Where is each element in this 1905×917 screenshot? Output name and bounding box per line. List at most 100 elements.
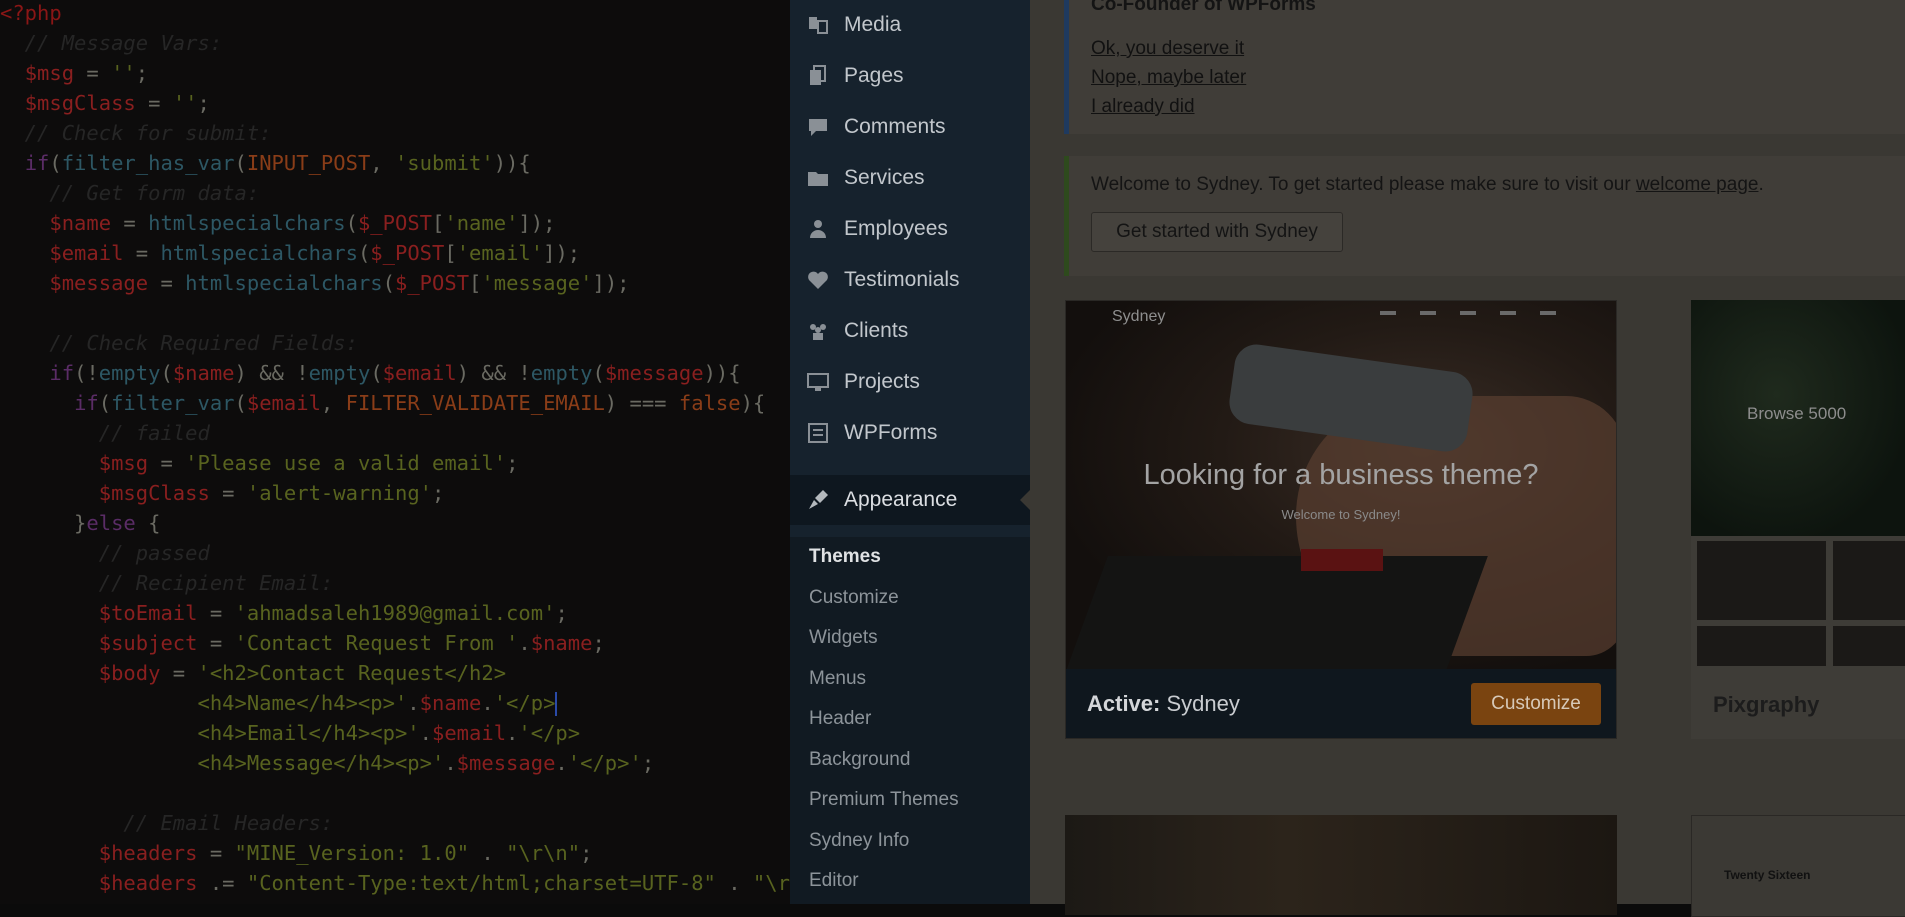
code-line: $msg = ''; bbox=[24, 61, 149, 85]
sidebar-item-media[interactable]: Media bbox=[790, 0, 1030, 51]
code-line: $headers .= "Content-Type:text/html;char… bbox=[98, 871, 790, 895]
submenu-item-background[interactable]: Background bbox=[809, 749, 910, 771]
theme-screenshot: Sydney Looking for a business theme? Wel… bbox=[1066, 301, 1616, 669]
screenshot-laptop bbox=[1066, 556, 1488, 669]
submenu-item-premium-themes[interactable]: Premium Themes bbox=[809, 789, 959, 811]
paintbrush-icon bbox=[809, 490, 828, 509]
screenshot-thumb bbox=[1697, 626, 1826, 666]
code-line: $msg = 'Please use a valid email'; bbox=[98, 451, 519, 475]
sidebar-item-label: Media bbox=[844, 13, 902, 36]
sidebar-item-projects[interactable]: Projects bbox=[790, 357, 1030, 408]
screenshot-thumb bbox=[1833, 626, 1905, 666]
active-theme-label: Active: Sydney bbox=[1087, 691, 1240, 717]
code-line: if(filter_var($email, FILTER_VALIDATE_EM… bbox=[74, 391, 766, 415]
admin-sidebar: Media Pages Comments Services Employees … bbox=[790, 0, 1030, 904]
screenshot-thumb bbox=[1697, 541, 1826, 620]
welcome-text-before: Welcome to Sydney. To get started please… bbox=[1091, 174, 1636, 195]
appearance-submenu: Themes Customize Widgets Menus Header Ba… bbox=[790, 537, 1030, 904]
group-icon bbox=[810, 324, 826, 340]
sidebar-item-appearance[interactable]: Appearance bbox=[790, 475, 1030, 525]
sidebar-item-comments[interactable]: Comments bbox=[790, 102, 1030, 153]
code-line: // Message Vars: bbox=[0, 31, 223, 55]
code-line: $message = htmlspecialchars($_POST['mess… bbox=[49, 271, 630, 295]
review-later-link[interactable]: Nope, maybe later bbox=[1091, 67, 1246, 89]
screenshot-button bbox=[1301, 549, 1383, 571]
code-line: // Check Required Fields: bbox=[0, 331, 358, 355]
code-line: // Recipient Email: bbox=[0, 571, 334, 595]
get-started-button[interactable]: Get started with Sydney bbox=[1091, 212, 1343, 252]
theme-card-twenty-sixteen[interactable]: Twenty Sixteen bbox=[1691, 815, 1905, 917]
theme-name: Pixgraphy bbox=[1713, 692, 1820, 717]
code-line: <h4>Email</h4><p>'.$email.'</p> bbox=[0, 721, 581, 745]
welcome-text-after: . bbox=[1758, 174, 1764, 195]
theme-card[interactable] bbox=[1065, 815, 1617, 915]
sidebar-item-label: Testimonials bbox=[844, 268, 960, 291]
code-line: $msgClass = ''; bbox=[24, 91, 210, 115]
comments-icon bbox=[809, 119, 827, 136]
code-line: <?php bbox=[0, 1, 62, 25]
screenshot-logo: Sydney bbox=[1112, 308, 1166, 325]
submenu-item-editor[interactable]: Editor bbox=[809, 870, 859, 892]
submenu-item-widgets[interactable]: Widgets bbox=[809, 627, 878, 649]
sidebar-item-pages[interactable]: Pages bbox=[790, 51, 1030, 102]
sidebar-item-services[interactable]: Services bbox=[790, 153, 1030, 204]
code-line: if(filter_has_var(INPUT_POST, 'submit'))… bbox=[24, 151, 531, 175]
sidebar-item-label: Services bbox=[844, 166, 925, 189]
sidebar-item-employees[interactable]: Employees bbox=[790, 204, 1030, 255]
code-line: $name = htmlspecialchars($_POST['name'])… bbox=[49, 211, 556, 235]
code-line: // Email Headers: bbox=[0, 811, 334, 835]
code-line: $body = '<h2>Contact Request</h2> bbox=[98, 661, 507, 685]
text-cursor bbox=[555, 692, 558, 716]
theme-screenshot: Browse 5000 bbox=[1691, 300, 1905, 536]
pages-icon bbox=[810, 65, 826, 85]
theme-card-sydney[interactable]: Sydney Looking for a business theme? Wel… bbox=[1065, 300, 1617, 739]
active-theme-name: Sydney bbox=[1166, 691, 1240, 716]
code-line: <h4>Message</h4><p>'.$message.'</p>'; bbox=[0, 751, 655, 775]
sidebar-item-label: Clients bbox=[844, 319, 909, 342]
users-icon bbox=[810, 220, 826, 238]
code-line: $subject = 'Contact Request From '.$name… bbox=[98, 631, 605, 655]
code-line: $email = htmlspecialchars($_POST['email'… bbox=[49, 241, 581, 265]
welcome-message: Welcome to Sydney. To get started please… bbox=[1091, 174, 1764, 196]
screenshot-phone bbox=[1226, 341, 1476, 455]
current-menu-arrow bbox=[1020, 490, 1030, 510]
sidebar-item-label: WPForms bbox=[844, 421, 938, 444]
sidebar-item-wpforms[interactable]: WPForms bbox=[790, 408, 1030, 459]
theme-card-footer: Active: Sydney Customize bbox=[1066, 669, 1616, 738]
folder-icon bbox=[808, 172, 828, 186]
sidebar-item-clients[interactable]: Clients bbox=[790, 306, 1030, 357]
review-done-link[interactable]: I already did bbox=[1091, 96, 1195, 118]
submenu-item-header[interactable]: Header bbox=[809, 708, 871, 730]
sidebar-item-label: Appearance bbox=[844, 488, 958, 511]
heart-icon bbox=[808, 271, 828, 289]
code-line: $msgClass = 'alert-warning'; bbox=[98, 481, 445, 505]
notice-heading: Co-Founder of WPForms bbox=[1091, 0, 1316, 15]
screenshot-caption: Browse 5000 bbox=[1747, 404, 1847, 423]
theme-card-pixgraphy[interactable]: Browse 5000 Pixgraphy bbox=[1691, 300, 1905, 739]
customize-button[interactable]: Customize bbox=[1471, 683, 1601, 725]
sidebar-item-testimonials[interactable]: Testimonials bbox=[790, 255, 1030, 306]
screenshot-title: Twenty Sixteen bbox=[1724, 868, 1811, 882]
desktop-icon bbox=[807, 373, 829, 391]
welcome-notice: Welcome to Sydney. To get started please… bbox=[1064, 156, 1905, 276]
sidebar-item-label: Comments bbox=[844, 115, 946, 138]
submenu-item-sydney-info[interactable]: Sydney Info bbox=[809, 830, 909, 852]
code-line: // passed bbox=[0, 541, 210, 565]
code-text: <?php // Message Vars: $msg = ''; $msgCl… bbox=[0, 0, 790, 898]
submenu-item-customize[interactable]: Customize bbox=[809, 587, 899, 609]
review-notice: Co-Founder of WPForms Ok, you deserve it… bbox=[1064, 0, 1905, 134]
submenu-item-themes[interactable]: Themes bbox=[809, 546, 881, 568]
review-yes-link[interactable]: Ok, you deserve it bbox=[1091, 38, 1244, 60]
code-line: }else { bbox=[0, 511, 161, 535]
code-editor[interactable]: <?php // Message Vars: $msg = ''; $msgCl… bbox=[0, 0, 790, 904]
screenshot-headline: Looking for a business theme? bbox=[1143, 459, 1539, 491]
code-line: // Check for submit: bbox=[0, 121, 272, 145]
code-line: // Get form data: bbox=[0, 181, 260, 205]
sidebar-item-label: Projects bbox=[844, 370, 920, 393]
screenshot-subheadline: Welcome to Sydney! bbox=[1281, 507, 1401, 522]
welcome-page-link[interactable]: welcome page bbox=[1636, 174, 1759, 195]
code-line: if(!empty($name) && !empty($email) && !e… bbox=[49, 361, 741, 385]
submenu-item-menus[interactable]: Menus bbox=[809, 668, 866, 690]
